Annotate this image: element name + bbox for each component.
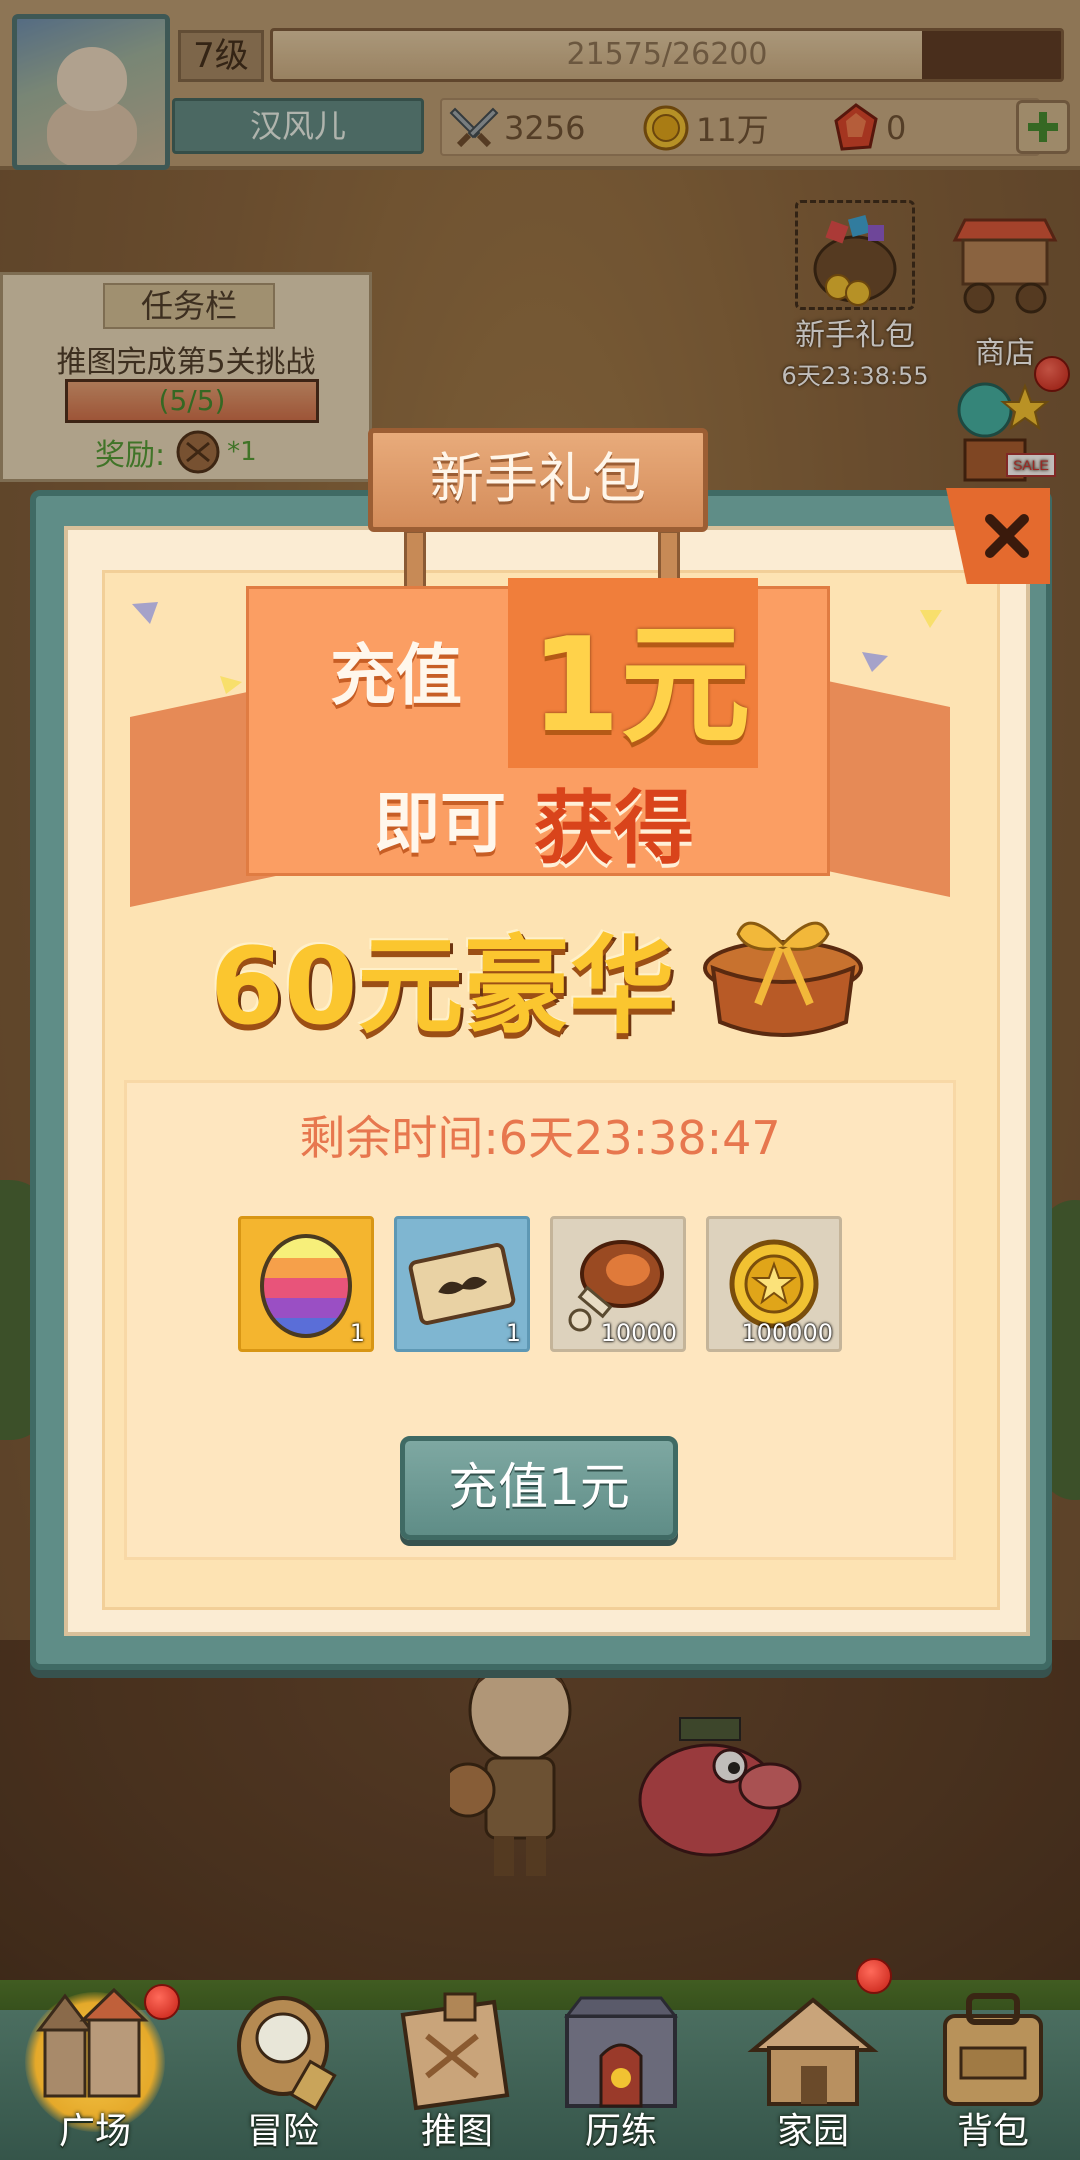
reward-item-slot[interactable]: 1 [238, 1216, 374, 1352]
nav-bag[interactable]: 背包 [918, 1986, 1068, 2160]
confetti-piece [862, 652, 888, 672]
reward-item-slot[interactable]: 10000 [550, 1216, 686, 1352]
training-icon [551, 1986, 691, 2108]
adventure-icon [213, 1986, 353, 2111]
nav-adventure-label: 冒险 [246, 2111, 319, 2152]
item-quantity: 1 [349, 1319, 365, 1347]
gift-box-icon [698, 904, 868, 1044]
item-quantity: 100000 [741, 1319, 833, 1347]
recharge-button[interactable]: 充值1元 [400, 1436, 678, 1540]
nav-map-label: 推图 [420, 2111, 493, 2152]
nav-home-label: 家园 [776, 2111, 849, 2152]
map-icon [387, 1986, 527, 2111]
nav-bag-label: 背包 [956, 2111, 1029, 2152]
remaining-time: 剩余时间:6天23:38:47 [299, 1111, 781, 1165]
bag-icon [923, 1986, 1063, 2106]
nav-plaza-badge [144, 1984, 180, 2020]
mustache-card-icon [407, 1229, 517, 1339]
confetti-piece [132, 602, 158, 624]
sign-post-left [404, 530, 426, 590]
nav-home-badge [856, 1958, 892, 1994]
confetti-piece [920, 610, 942, 628]
banner-recharge-text: 充值 [330, 637, 462, 714]
banner-amount-text: 1元 [530, 609, 751, 761]
rainbow-egg-icon [251, 1229, 361, 1339]
reward-item-row: 1 1 10000 100000 [238, 1216, 842, 1352]
nav-map[interactable]: 推图 [382, 1986, 532, 2160]
nav-plaza-label: 广场 [58, 2111, 131, 2152]
item-quantity: 1 [505, 1319, 521, 1347]
dialog-title: 新手礼包 [368, 428, 708, 532]
close-icon [985, 514, 1029, 558]
nav-training-label: 历练 [584, 2111, 657, 2152]
offer-value-text: 60元豪华 [210, 925, 676, 1048]
reward-item-slot[interactable]: 100000 [706, 1216, 842, 1352]
reward-item-slot[interactable]: 1 [394, 1216, 530, 1352]
nav-training[interactable]: 历练 [546, 1986, 696, 2160]
home-icon [743, 1986, 883, 2106]
nav-home[interactable]: 家园 [738, 1986, 888, 2160]
item-quantity: 10000 [600, 1319, 677, 1347]
banner-can-text: 即可 [374, 785, 506, 862]
nav-adventure[interactable]: 冒险 [208, 1986, 358, 2160]
banner-get-text: 获得 [534, 782, 694, 875]
